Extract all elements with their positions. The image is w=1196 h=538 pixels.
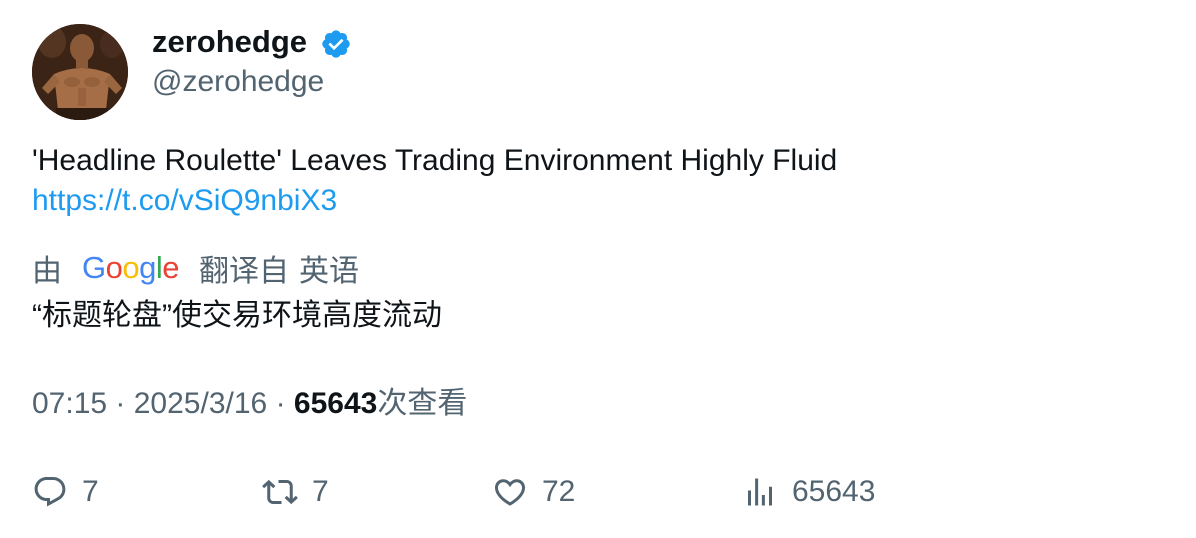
retweet-count: 7 <box>312 475 329 508</box>
tweet-card: zerohedge @zerohedge 'Headline Roulette'… <box>0 0 1196 538</box>
views-action-count: 65643 <box>792 475 876 508</box>
translation-prefix: 由 <box>32 255 62 288</box>
tweet-time[interactable]: 07:15 <box>32 387 107 420</box>
reply-count: 7 <box>82 475 99 508</box>
reply-button[interactable]: 7 <box>32 470 99 514</box>
retweet-button[interactable]: 7 <box>262 470 329 514</box>
tweet-date[interactable]: 2025/3/16 <box>134 387 267 420</box>
verified-badge-icon <box>322 30 350 58</box>
tweet-link[interactable]: https://t.co/vSiQ9nbiX3 <box>32 181 337 221</box>
google-logo: Google <box>82 250 180 285</box>
views-count: 65643 <box>293 387 378 420</box>
meta-separator: · <box>275 387 294 420</box>
bar-chart-icon <box>748 478 772 506</box>
meta-separator: · <box>115 387 134 420</box>
reply-icon <box>34 477 66 507</box>
display-name[interactable]: zerohedge <box>152 22 307 62</box>
views-label: 次查看 <box>377 387 468 420</box>
translation-attribution[interactable]: 由 Google 翻译自 英语 <box>32 246 359 290</box>
views-button[interactable]: 65643 <box>742 470 875 514</box>
tweet-text: 'Headline Roulette' Leaves Trading Envir… <box>32 144 838 177</box>
translated-text: “标题轮盘”使交易环境高度流动 <box>32 299 442 332</box>
heart-icon <box>494 479 526 506</box>
retweet-icon <box>262 479 298 505</box>
tweet-meta: 07:15 · 2025/3/16 · 65643次查看 <box>32 384 467 424</box>
action-bar: 7 7 72 65643 <box>0 470 1196 514</box>
translation-label: 翻译自 <box>199 255 290 288</box>
avatar-image <box>32 24 128 120</box>
translation-source-language: 英语 <box>299 255 360 288</box>
user-handle[interactable]: @zerohedge <box>152 62 324 102</box>
like-button[interactable]: 72 <box>492 470 575 514</box>
like-count: 72 <box>542 475 576 508</box>
avatar[interactable] <box>32 24 128 120</box>
